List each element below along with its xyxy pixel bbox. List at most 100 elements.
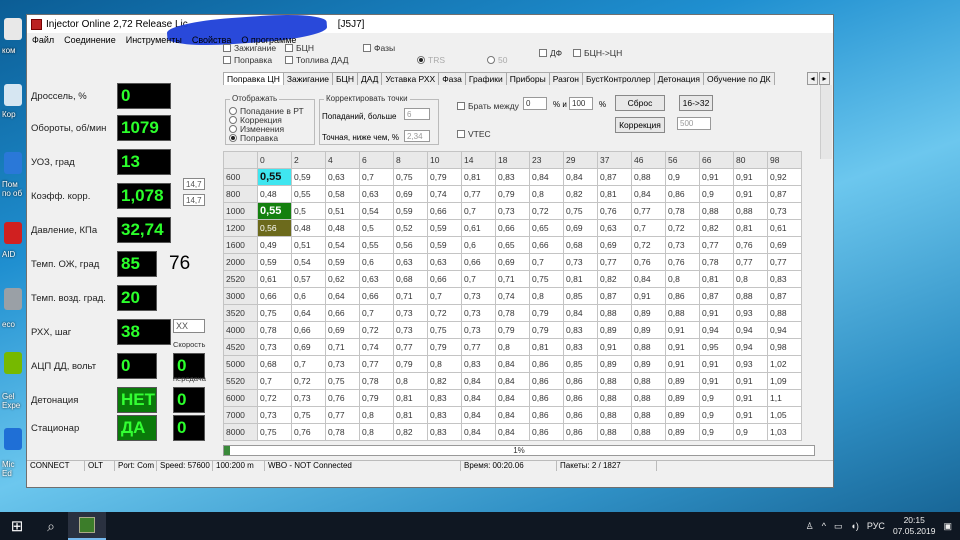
help-icon[interactable] <box>4 152 22 174</box>
tab-bcn[interactable]: БЦН <box>331 72 358 85</box>
grid-cell[interactable]: 0,8 <box>495 338 530 356</box>
option-between[interactable]: Брать между <box>457 101 519 111</box>
tab-graphs[interactable]: Графики <box>464 72 507 85</box>
grid-cell[interactable]: 0,8 <box>393 372 428 390</box>
grid-cell[interactable]: 0,84 <box>495 355 530 373</box>
grid-cell[interactable]: 0,72 <box>359 321 394 339</box>
option-trs[interactable]: TRS <box>417 55 445 65</box>
tab-scroll-left-icon[interactable]: ◂ <box>807 72 818 85</box>
network-icon[interactable]: ▭ <box>834 521 843 532</box>
grid-cell[interactable]: 0,65 <box>495 236 530 254</box>
tab-scroll-right-icon[interactable]: ▸ <box>819 72 830 85</box>
grid-cell[interactable]: 1,05 <box>767 406 802 424</box>
tab-ignition[interactable]: Зажигание <box>282 72 333 85</box>
grid-cell[interactable]: 0,72 <box>631 236 666 254</box>
grid-cell[interactable]: 0,91 <box>665 338 700 356</box>
grid-cell[interactable]: 0,9 <box>699 389 734 407</box>
grid-cell[interactable]: 0,88 <box>631 423 666 441</box>
option-50[interactable]: 50 <box>487 55 507 65</box>
grid-cell[interactable]: 0,71 <box>495 270 530 288</box>
grid-cell[interactable]: 0,5 <box>359 219 394 237</box>
grid-cell[interactable]: 0,88 <box>597 389 632 407</box>
desktop-icon[interactable] <box>4 18 22 40</box>
grid-cell[interactable]: 0,61 <box>461 219 496 237</box>
grid-cell[interactable]: 0,91 <box>597 338 632 356</box>
grid-cell[interactable]: 0,91 <box>733 185 768 203</box>
grid-cell[interactable]: 0,73 <box>767 202 802 220</box>
grid-cell[interactable]: 0,91 <box>631 287 666 305</box>
grid-cell[interactable]: 0,73 <box>291 389 326 407</box>
grid-cell[interactable]: 0,7 <box>359 304 394 322</box>
correction-button[interactable]: Коррекция <box>615 117 665 133</box>
grid-cell[interactable]: 0,86 <box>529 406 564 424</box>
grid-cell[interactable]: 0,88 <box>631 338 666 356</box>
menu-file[interactable]: Файл <box>27 33 59 49</box>
grid-cell[interactable]: 0,88 <box>665 304 700 322</box>
grid-cell[interactable]: 0,56 <box>393 236 428 254</box>
grid-cell[interactable]: 0,69 <box>393 185 428 203</box>
grid-cell[interactable]: 0,8 <box>359 406 394 424</box>
grid-cell[interactable]: 0,91 <box>665 321 700 339</box>
grid-cell[interactable]: 0,77 <box>733 253 768 271</box>
grid-cell[interactable]: 0,72 <box>665 219 700 237</box>
grid-cell[interactable]: 0,73 <box>495 202 530 220</box>
grid-cell[interactable]: 0,68 <box>257 355 292 373</box>
grid-cell[interactable]: 0,79 <box>529 304 564 322</box>
radio-button[interactable] <box>229 116 237 124</box>
grid-cell[interactable]: 0,79 <box>529 321 564 339</box>
grid-cell[interactable]: 0,71 <box>325 338 360 356</box>
grid-cell[interactable]: 0,89 <box>631 355 666 373</box>
grid-cell[interactable]: 0,59 <box>393 202 428 220</box>
grid-cell[interactable]: 0,73 <box>325 355 360 373</box>
grid-cell[interactable]: 0,89 <box>631 321 666 339</box>
grid-cell[interactable]: 0,85 <box>563 287 598 305</box>
tab-phase[interactable]: Фаза <box>438 72 466 85</box>
grid-cell[interactable]: 0,78 <box>699 253 734 271</box>
option-bcn-cn[interactable]: БЦН->ЦН <box>573 48 622 58</box>
grid-cell[interactable]: 0,7 <box>257 372 292 390</box>
grid-cell[interactable]: 0,61 <box>767 219 802 237</box>
grid-cell[interactable]: 0,88 <box>767 304 802 322</box>
grid-cell[interactable]: 0,84 <box>495 372 530 390</box>
grid-cell[interactable]: 0,63 <box>597 219 632 237</box>
grid-cell[interactable]: 0,57 <box>291 270 326 288</box>
grid-cell[interactable]: 0,8 <box>529 287 564 305</box>
controls-scrollbar[interactable] <box>820 85 832 159</box>
grid-cell[interactable]: 0,84 <box>461 372 496 390</box>
grid-cell[interactable]: 0,88 <box>631 389 666 407</box>
grid-cell[interactable]: 0,79 <box>495 185 530 203</box>
grid-cell[interactable]: 0,6 <box>461 236 496 254</box>
search-icon[interactable]: ⌕ <box>34 518 68 535</box>
grid-cell[interactable]: 0,87 <box>699 287 734 305</box>
checkbox[interactable] <box>285 56 293 64</box>
option-bcn[interactable]: БЦН <box>285 43 314 53</box>
grid-cell[interactable]: 0,55 <box>359 236 394 254</box>
grid-cell[interactable]: 0,8 <box>665 270 700 288</box>
grid-cell[interactable]: 0,7 <box>359 168 394 186</box>
grid-cell[interactable]: 0,78 <box>257 321 292 339</box>
grid-cell[interactable]: 0,62 <box>325 270 360 288</box>
grid-cell[interactable]: 0,84 <box>461 406 496 424</box>
grid-cell[interactable]: 0,91 <box>699 304 734 322</box>
grid-cell[interactable]: 0,88 <box>597 304 632 322</box>
grid-cell[interactable]: 0,9 <box>699 406 734 424</box>
grid-cell[interactable]: 0,63 <box>325 168 360 186</box>
grid-cell[interactable]: 0,83 <box>427 423 462 441</box>
grid-cell[interactable]: 0,94 <box>767 321 802 339</box>
grid-cell[interactable]: 0,91 <box>665 355 700 373</box>
grid-cell[interactable]: 0,65 <box>529 219 564 237</box>
grid-cell[interactable]: 0,84 <box>461 389 496 407</box>
grid-cell[interactable]: 0,51 <box>291 236 326 254</box>
grid-cell[interactable]: 0,72 <box>427 304 462 322</box>
between-to-input[interactable]: 100 <box>569 97 593 110</box>
grid-cell[interactable]: 0,48 <box>325 219 360 237</box>
grid-cell[interactable]: 0,79 <box>359 389 394 407</box>
grid-cell[interactable]: 0,8 <box>529 185 564 203</box>
grid-cell[interactable]: 0,76 <box>733 236 768 254</box>
grid-cell[interactable]: 0,64 <box>291 304 326 322</box>
grid-cell[interactable]: 0,9 <box>733 423 768 441</box>
notifications-icon[interactable]: ▣ <box>943 521 952 532</box>
grid-cell[interactable]: 0,66 <box>461 253 496 271</box>
grid-cell[interactable]: 0,81 <box>563 270 598 288</box>
grid-cell[interactable]: 0,8 <box>733 270 768 288</box>
